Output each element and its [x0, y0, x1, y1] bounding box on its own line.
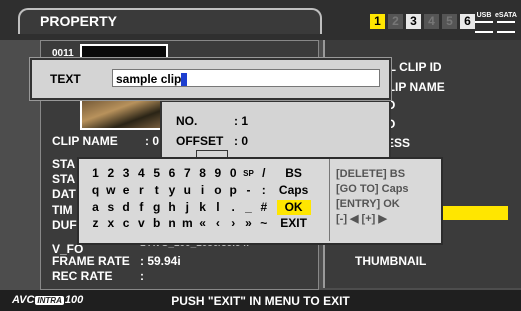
key[interactable]: m: [181, 216, 194, 231]
key[interactable]: e: [120, 183, 133, 198]
slot-3-indicator: 3: [406, 14, 421, 29]
keyboard-divider: [329, 159, 330, 241]
key[interactable]: s: [104, 200, 117, 215]
key[interactable]: 0: [227, 166, 240, 181]
esata-drive-icon: eSATA: [494, 12, 518, 33]
key[interactable]: 3: [120, 166, 133, 181]
date-row-label: DAT: [52, 187, 76, 201]
key[interactable]: SP: [242, 166, 255, 181]
key[interactable]: w: [104, 183, 117, 198]
key[interactable]: 1: [89, 166, 102, 181]
usb-stack-icon: [475, 21, 493, 33]
key[interactable]: #: [257, 200, 270, 215]
start-tc-row-label: STA: [52, 172, 76, 186]
help-adjust: [-] ◀ [+] ▶: [336, 213, 387, 225]
key[interactable]: -: [242, 183, 255, 198]
help-delete: [DELETE] BS: [336, 168, 406, 180]
text-input-value: sample clip: [116, 72, 182, 86]
key-bs-button[interactable]: BS: [277, 166, 311, 181]
key[interactable]: y: [166, 183, 179, 198]
key[interactable]: x: [104, 216, 117, 231]
text-cursor-icon: [181, 73, 188, 87]
text-label: TEXT: [50, 72, 81, 86]
key[interactable]: d: [120, 200, 133, 215]
key-exit-button[interactable]: EXIT: [277, 216, 311, 231]
key[interactable]: 4: [135, 166, 148, 181]
key[interactable]: c: [120, 216, 133, 231]
offset-label: OFFSET: [176, 134, 224, 148]
slot-1-indicator: 1: [370, 14, 385, 29]
duration-row-label: DUF: [52, 218, 77, 232]
footer-bar: AVC INTRA 100 PUSH "EXIT" IN MENU TO EXIT: [0, 290, 521, 311]
clip-thumbnail-image: [80, 96, 164, 130]
key[interactable]: i: [196, 183, 209, 198]
key[interactable]: a: [89, 200, 102, 215]
key[interactable]: ‹: [211, 216, 224, 231]
keyboard-help: [DELETE] BS [GO TO] Caps [ENTRY] OK [-] …: [336, 167, 436, 227]
time-row-label: TIM: [52, 203, 73, 217]
software-keyboard: 1 2 3 4 5 6 7 8 9 0 SP / BS q w e r t y u i o p -: Caps a s d f g h j k l…: [77, 157, 443, 245]
key[interactable]: p: [227, 183, 240, 198]
key[interactable]: o: [211, 183, 224, 198]
key[interactable]: 8: [196, 166, 209, 181]
rec-rate-label: REC RATE: [52, 269, 113, 283]
esata-label: eSATA: [495, 12, 517, 19]
key[interactable]: ~: [257, 216, 270, 231]
no-label: NO.: [176, 114, 198, 128]
key[interactable]: z: [89, 216, 102, 231]
key-ok-button[interactable]: OK: [276, 199, 311, 215]
key[interactable]: /: [257, 166, 270, 181]
help-entry: [ENTRY] OK: [336, 198, 400, 210]
footer-message: PUSH "EXIT" IN MENU TO EXIT: [171, 294, 350, 308]
key[interactable]: 2: [104, 166, 117, 181]
key[interactable]: 6: [166, 166, 179, 181]
key[interactable]: h: [166, 200, 179, 215]
start-row-label: STA: [52, 157, 76, 171]
slot-5-indicator: 5: [442, 14, 457, 29]
key[interactable]: 5: [150, 166, 163, 181]
key[interactable]: «: [196, 216, 209, 231]
key[interactable]: k: [196, 200, 209, 215]
frame-rate-value: : 59.94i: [140, 254, 181, 268]
esata-stack-icon: [497, 21, 515, 33]
key[interactable]: u: [181, 183, 194, 198]
clip-name-label: CLIP NAME: [52, 134, 118, 148]
clip-name-value: : 0: [145, 134, 160, 148]
key[interactable]: j: [181, 200, 194, 215]
key[interactable]: q: [89, 183, 102, 198]
key[interactable]: 9: [211, 166, 224, 181]
key[interactable]: b: [150, 216, 163, 231]
rec-rate-value: :: [140, 269, 144, 283]
key[interactable]: r: [135, 183, 148, 198]
text-dialog: TEXT sample clip: [30, 58, 391, 100]
property-screen: PROPERTY 1 2 3 4 5 6 USB eSATA 0011 CLIP…: [0, 0, 521, 311]
usb-drive-icon: USB: [472, 12, 496, 33]
info-dialog: NO. : 1 OFFSET : 0: [160, 100, 391, 160]
key[interactable]: _: [242, 200, 255, 215]
key-caps-button[interactable]: Caps: [277, 183, 311, 198]
key[interactable]: g: [150, 200, 163, 215]
key[interactable]: ›: [227, 216, 240, 231]
key[interactable]: 7: [181, 166, 194, 181]
key[interactable]: t: [150, 183, 163, 198]
key[interactable]: :: [257, 183, 270, 198]
key[interactable]: n: [166, 216, 179, 231]
usb-label: USB: [476, 12, 492, 19]
key[interactable]: l: [211, 200, 224, 215]
offset-value: : 0: [234, 134, 249, 148]
slot-2-indicator: 2: [388, 14, 403, 29]
key[interactable]: .: [227, 200, 240, 215]
no-value: : 1: [234, 114, 249, 128]
menu-item-thumbnail[interactable]: THUMBNAIL: [355, 254, 426, 268]
help-goto: [GO TO] Caps: [336, 183, 409, 195]
slot-4-indicator: 4: [424, 14, 439, 29]
frame-rate-label: FRAME RATE: [52, 254, 130, 268]
key[interactable]: v: [135, 216, 148, 231]
text-input[interactable]: sample clip: [112, 69, 380, 87]
key[interactable]: »: [242, 216, 255, 231]
page-title: PROPERTY: [40, 13, 118, 29]
key[interactable]: f: [135, 200, 148, 215]
